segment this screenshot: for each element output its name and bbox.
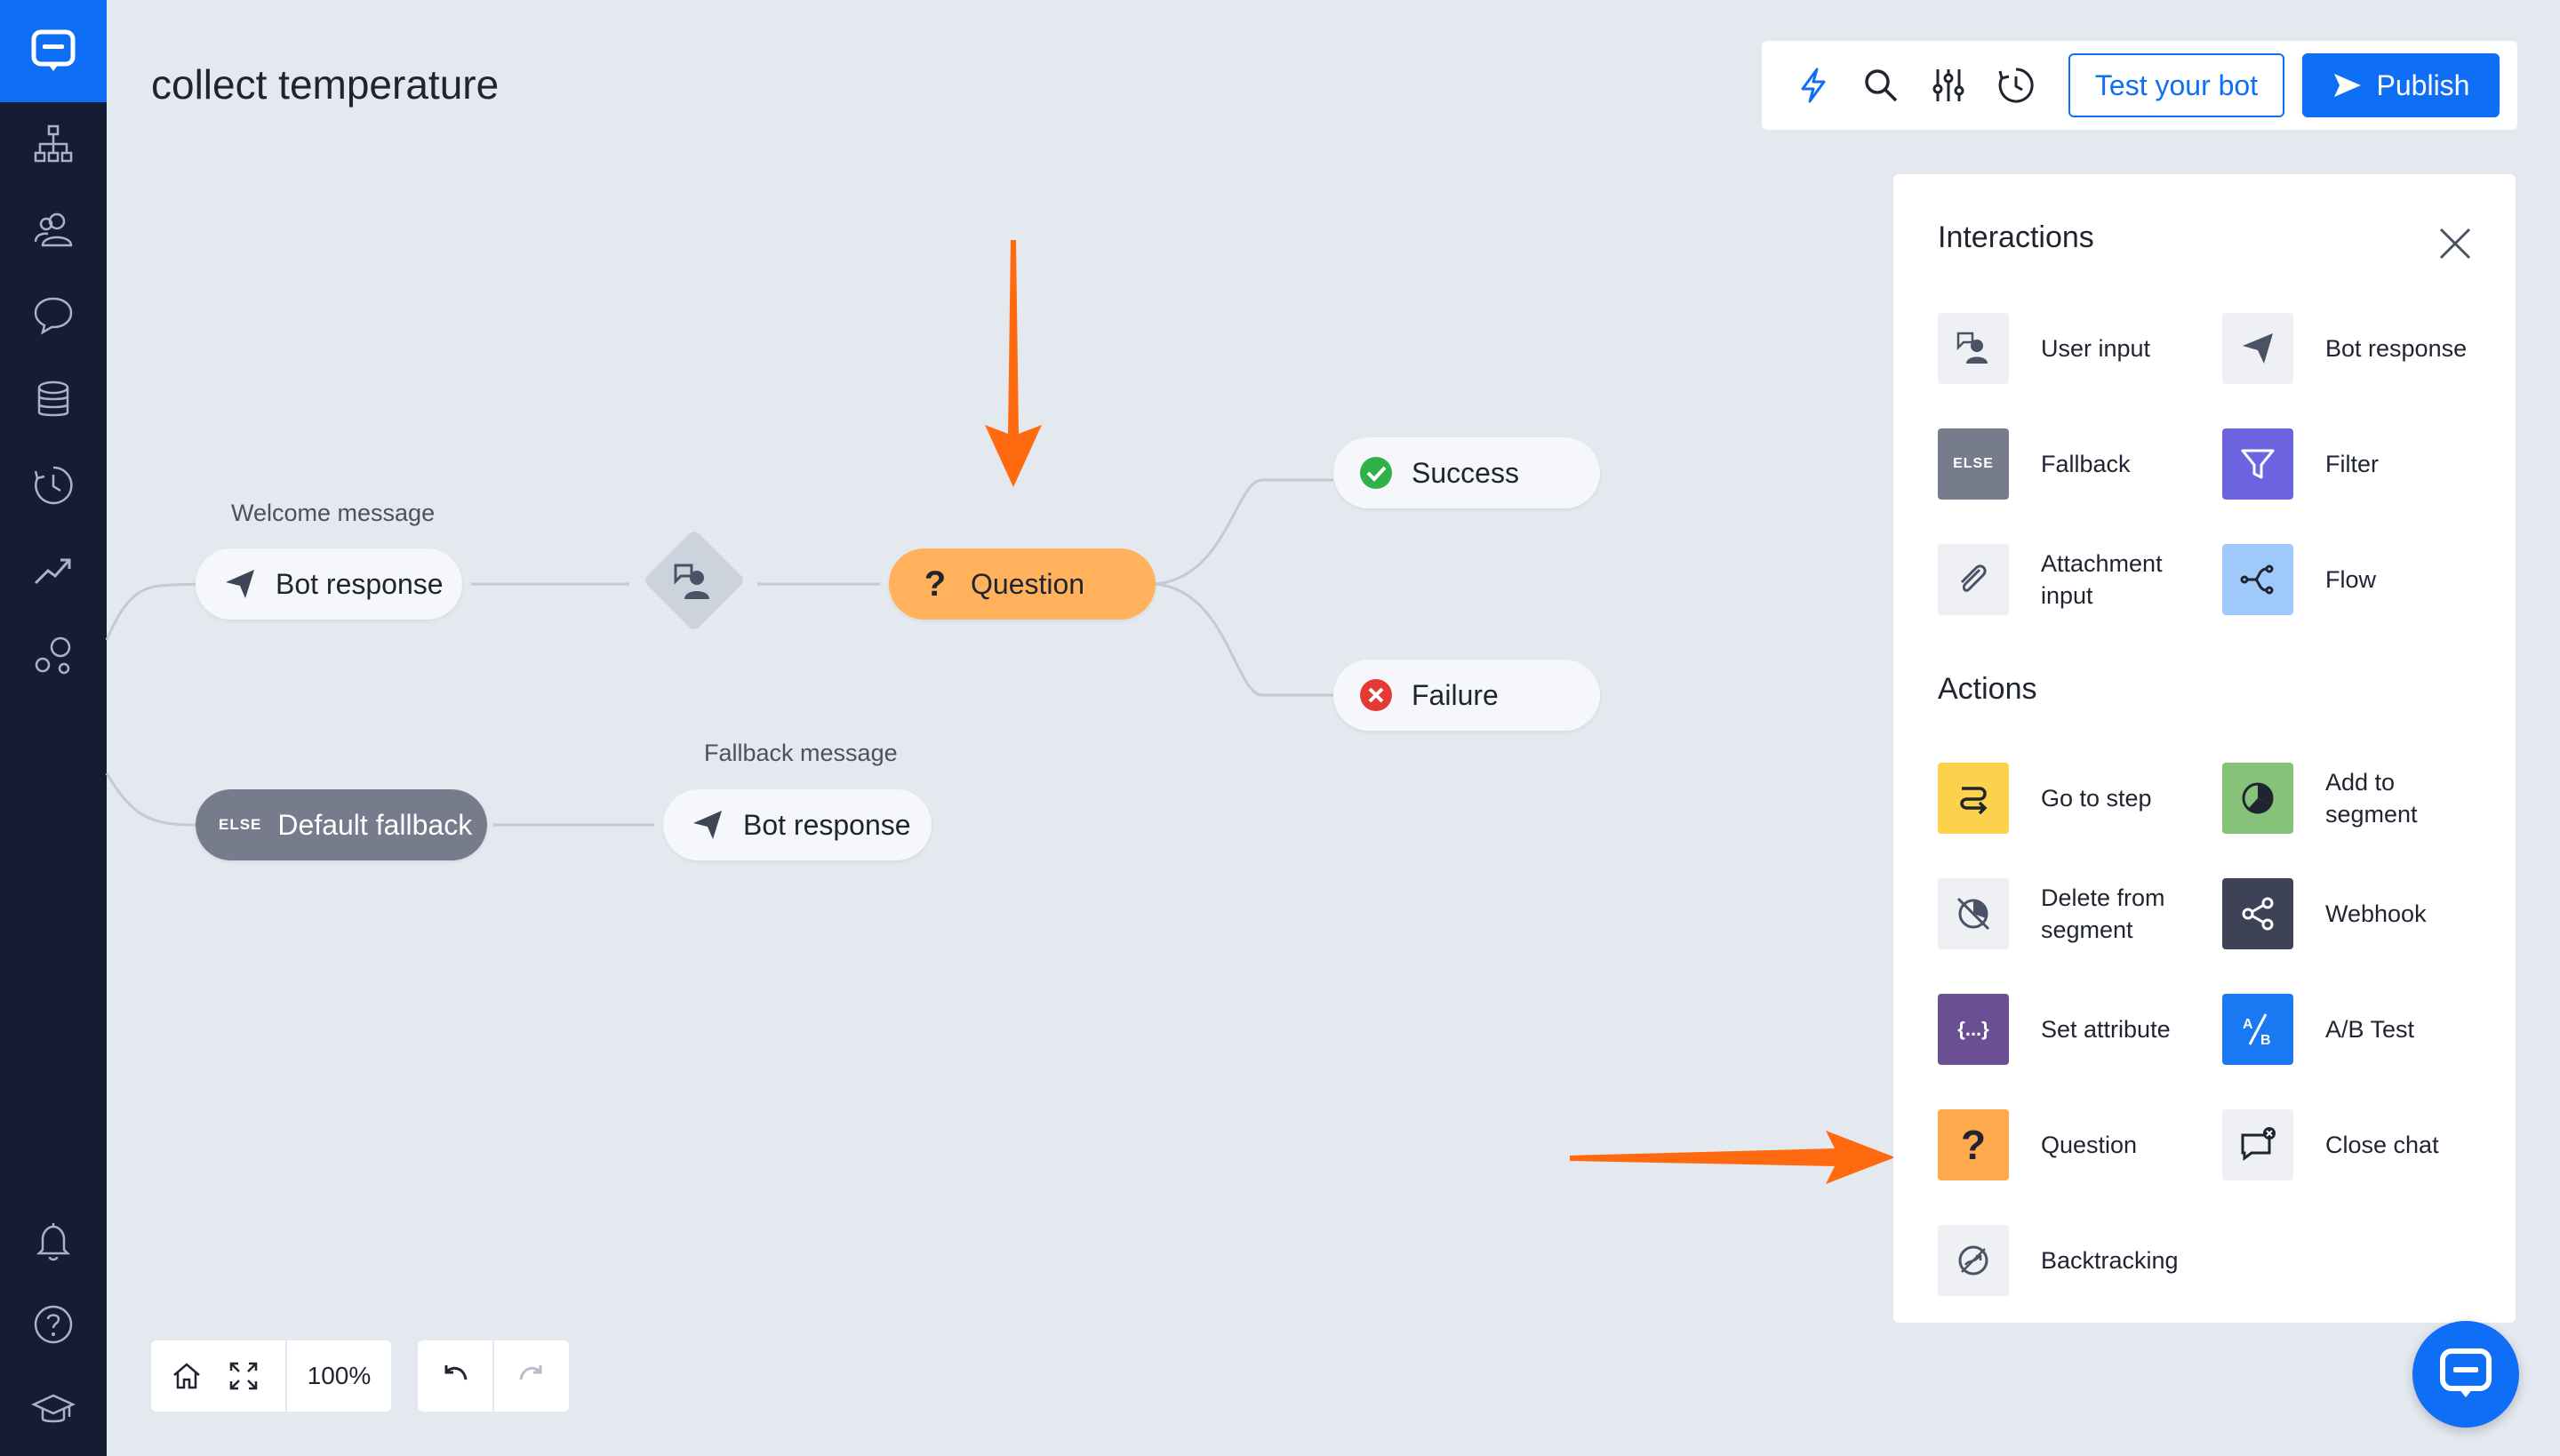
tile-label: Filter (2325, 451, 2379, 477)
home-button[interactable] (151, 1340, 221, 1412)
actions-heading: Actions (1938, 672, 2037, 706)
fallback-message-label: Fallback message (704, 740, 898, 766)
error-circle-icon (1356, 676, 1396, 715)
failure-label: Failure (1412, 678, 1499, 711)
svg-text:B: B (2260, 1033, 2271, 1048)
user-input-icon (1956, 332, 1988, 364)
redo-button[interactable] (494, 1340, 569, 1412)
welcome-message-label: Welcome message (231, 500, 436, 526)
chat-widget-button[interactable] (2412, 1321, 2519, 1428)
tile-label: Delete from segment (2041, 884, 2165, 943)
send-icon (220, 564, 260, 604)
tile-bot-response[interactable]: Bot response (2222, 313, 2489, 384)
tile-label: Go to step (2041, 785, 2152, 812)
tile-label: Fallback (2041, 451, 2131, 477)
tile-question[interactable]: ? Question (1938, 1109, 2204, 1180)
interactions-panel: Interactions User input Bot response ELS… (1893, 174, 2516, 1323)
go-to-step-icon (1960, 787, 1988, 815)
redo-icon (519, 1365, 542, 1380)
tile-label: Close chat (2325, 1132, 2439, 1158)
close-icon[interactable] (2436, 224, 2475, 263)
tile-add-to-segment[interactable]: Add to segment (2222, 763, 2489, 834)
tile-go-to-step[interactable]: Go to step (1938, 763, 2204, 834)
backtracking-icon (1958, 1245, 1988, 1276)
interactions-heading: Interactions (1938, 220, 2094, 254)
fallback-bot-response-label: Bot response (743, 808, 911, 841)
question-label: Question (971, 567, 1085, 600)
failure-node[interactable]: Failure (1333, 660, 1600, 731)
tile-delete-from-segment[interactable]: Delete from segment (1938, 878, 2204, 949)
fallback-bot-response-node[interactable]: Bot response (663, 789, 932, 860)
tile-label: User input (2041, 335, 2151, 362)
zoom-level[interactable]: 100% (287, 1340, 391, 1412)
ab-test-icon: AB (2243, 1013, 2271, 1048)
else-tag: ELSE (219, 816, 262, 833)
send-icon (2243, 333, 2273, 364)
close-chat-icon (2241, 1127, 2276, 1161)
tile-label: Flow (2325, 566, 2377, 593)
filter-icon (2241, 449, 2275, 479)
tile-label: Backtracking (2041, 1247, 2179, 1274)
tile-set-attribute[interactable]: {...} Set attribute (1938, 994, 2204, 1065)
tile-label: Attachment input (2041, 550, 2163, 609)
tile-label: Webhook (2325, 900, 2427, 927)
view-controls: 100% (151, 1340, 391, 1412)
history-controls (418, 1340, 569, 1412)
annotation-arrow-right (1570, 1131, 1895, 1184)
tile-label: Add to segment (2325, 769, 2418, 828)
expand-icon (229, 1362, 258, 1390)
delete-segment-icon (1956, 897, 1990, 931)
undo-button[interactable] (418, 1340, 492, 1412)
default-fallback-node[interactable]: ELSE Default fallback (196, 789, 487, 860)
question-node[interactable]: ? Question (889, 548, 1156, 620)
tile-attachment-input[interactable]: Attachment input (1938, 544, 2204, 615)
bot-response-label: Bot response (276, 567, 444, 600)
home-icon (172, 1363, 200, 1389)
tile-close-chat[interactable]: Close chat (2222, 1109, 2489, 1180)
share-icon (2242, 897, 2274, 931)
flow-icon (2240, 564, 2274, 595)
tile-label: A/B Test (2325, 1016, 2415, 1043)
check-circle-icon (1356, 453, 1396, 492)
tile-user-input[interactable]: User input (1938, 313, 2204, 384)
chat-icon (2440, 1348, 2492, 1397)
success-label: Success (1412, 456, 1519, 489)
braces-icon: {...} (1957, 1018, 1989, 1040)
question-mark-icon: ? (1960, 1122, 1987, 1168)
pie-chart-icon (2242, 782, 2274, 814)
undo-icon (444, 1365, 468, 1380)
success-node[interactable]: Success (1333, 437, 1600, 508)
fit-screen-button[interactable] (221, 1340, 266, 1412)
default-fallback-label: Default fallback (277, 808, 473, 841)
tile-label: Set attribute (2041, 1016, 2171, 1043)
tile-filter[interactable]: Filter (2222, 428, 2489, 500)
user-input-icon (674, 564, 709, 599)
bot-response-node[interactable]: Bot response (196, 548, 462, 620)
tile-fallback[interactable]: ELSE Fallback (1938, 428, 2204, 500)
tile-label: Question (2041, 1132, 2138, 1158)
annotation-arrow-down (985, 240, 1042, 487)
question-mark-icon: ? (924, 564, 947, 604)
send-icon (688, 805, 727, 844)
tile-backtracking[interactable]: Backtracking (1938, 1225, 2204, 1296)
paperclip-icon (1960, 564, 1987, 592)
tile-webhook[interactable]: Webhook (2222, 878, 2489, 949)
svg-text:A: A (2243, 1017, 2253, 1032)
tile-flow[interactable]: Flow (2222, 544, 2489, 615)
tile-ab-test[interactable]: AB A/B Test (2222, 994, 2489, 1065)
tile-label: Bot response (2325, 335, 2468, 362)
else-icon: ELSE (1953, 456, 1994, 471)
